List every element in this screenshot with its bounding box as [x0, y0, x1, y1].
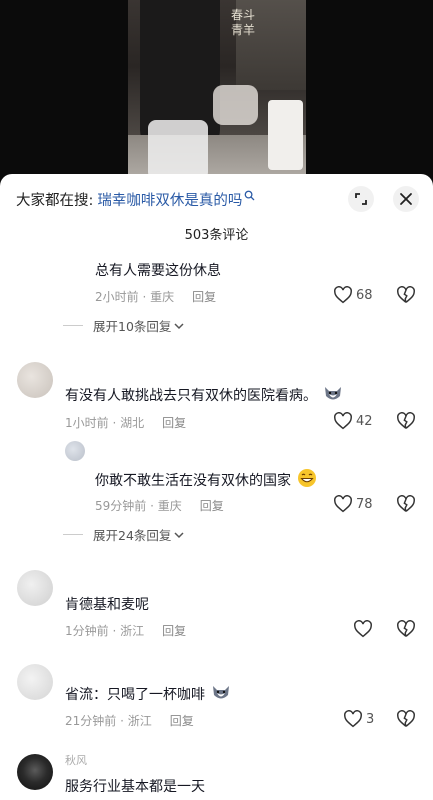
- username[interactable]: 秋风: [65, 752, 87, 768]
- avatar[interactable]: [17, 664, 53, 700]
- avatar[interactable]: [17, 754, 53, 790]
- like-count: 3: [366, 711, 375, 727]
- heart-icon: [334, 412, 352, 430]
- expand-replies-button[interactable]: 展开10条回复: [63, 316, 185, 335]
- comment-text: 总有人需要这份休息: [95, 263, 221, 279]
- comment-text-content: 有没有人敢挑战去只有双休的医院看病。: [65, 388, 317, 404]
- comment-time-location: 21分钟前 · 浙江: [65, 714, 152, 728]
- close-icon: [400, 193, 412, 205]
- comment-text: 有没有人敢挑战去只有双休的医院看病。: [65, 385, 343, 405]
- comment-text: 你敢不敢生活在没有双休的国家: [95, 468, 317, 490]
- like-count: 42: [356, 413, 373, 429]
- broken-heart-icon[interactable]: [396, 495, 416, 513]
- like-button[interactable]: 42: [333, 412, 373, 430]
- like-count: 78: [356, 496, 373, 512]
- video-bag: [213, 85, 258, 125]
- expand-replies-label: 展开24条回复: [93, 528, 172, 543]
- reply-button[interactable]: 回复: [200, 497, 224, 514]
- broken-heart-icon[interactable]: [396, 412, 416, 430]
- comment-meta: 2小时前 · 重庆 回复: [95, 288, 216, 305]
- search-term-link[interactable]: 瑞幸咖啡双休是真的吗: [97, 189, 242, 210]
- comment-text: 肯德基和麦呢: [65, 597, 149, 613]
- heart-icon: [334, 495, 352, 513]
- video-bag: [268, 100, 303, 170]
- chevron-down-icon: [174, 322, 184, 329]
- comment-count: 503条评论: [184, 228, 249, 243]
- grin-emoji-icon: [298, 469, 317, 487]
- search-icon: [245, 190, 255, 200]
- video-frame: 春斗 青羊: [128, 0, 306, 190]
- comment-meta: 1分钟前 · 浙江 回复: [65, 622, 186, 639]
- comment-time-location: 1小时前 · 湖北: [65, 416, 145, 430]
- expand-icon: [355, 193, 367, 205]
- reply-button[interactable]: 回复: [192, 288, 216, 305]
- avatar[interactable]: [17, 362, 53, 398]
- husky-emoji-icon: [325, 387, 342, 400]
- comment-meta: 1小时前 · 湖北 回复: [65, 414, 186, 431]
- comment-text: 省流：只喝了一杯咖啡: [65, 684, 231, 704]
- video-player[interactable]: 春斗 青羊: [0, 0, 433, 190]
- comment-sheet: 大家都在搜: 瑞幸咖啡双休是真的吗 503条评论 总有人需要这份休息 2小时前 …: [0, 174, 433, 800]
- search-suggestion[interactable]: 大家都在搜: 瑞幸咖啡双休是真的吗: [16, 186, 255, 212]
- comment-text: 服务行业基本都是一天: [65, 779, 205, 795]
- avatar[interactable]: [65, 441, 85, 461]
- close-button[interactable]: [393, 186, 419, 212]
- like-button[interactable]: 3: [343, 710, 374, 728]
- husky-emoji-icon: [213, 686, 230, 699]
- reply-button[interactable]: 回复: [162, 622, 186, 639]
- heart-icon: [334, 286, 352, 304]
- avatar[interactable]: [17, 570, 53, 606]
- broken-heart-icon[interactable]: [396, 710, 416, 728]
- like-count: 68: [356, 287, 373, 303]
- comment-time-location: 2小时前 · 重庆: [95, 290, 175, 304]
- search-prefix: 大家都在搜:: [16, 192, 94, 209]
- like-button[interactable]: 68: [333, 286, 373, 304]
- video-shop-logo: 春斗 青羊: [230, 8, 255, 37]
- comment-text-content: 你敢不敢生活在没有双休的国家: [95, 473, 291, 489]
- comment-text-content: 省流：只喝了一杯咖啡: [65, 687, 205, 703]
- comment-time-location: 59分钟前 · 重庆: [95, 499, 182, 513]
- reply-button[interactable]: 回复: [162, 414, 186, 431]
- heart-icon: [344, 710, 362, 728]
- comment-meta: 21分钟前 · 浙江 回复: [65, 712, 194, 729]
- like-button[interactable]: [353, 620, 376, 638]
- expand-replies-button[interactable]: 展开24条回复: [63, 525, 185, 544]
- chevron-down-icon: [174, 531, 184, 538]
- broken-heart-icon[interactable]: [396, 286, 416, 304]
- expand-button[interactable]: [348, 186, 374, 212]
- comment-time-location: 1分钟前 · 浙江: [65, 624, 145, 638]
- video-bag: [148, 120, 208, 180]
- reply-button[interactable]: 回复: [170, 712, 194, 729]
- heart-icon: [354, 620, 372, 638]
- divider-line: [63, 325, 83, 326]
- broken-heart-icon[interactable]: [396, 620, 416, 638]
- comment-meta: 59分钟前 · 重庆 回复: [95, 497, 224, 514]
- divider-line: [63, 534, 83, 535]
- like-button[interactable]: 78: [333, 495, 373, 513]
- expand-replies-label: 展开10条回复: [93, 319, 172, 334]
